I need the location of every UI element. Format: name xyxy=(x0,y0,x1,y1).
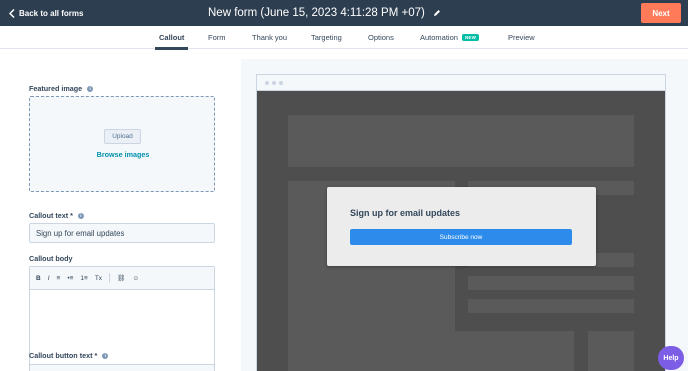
emoji-icon[interactable]: ☺ xyxy=(132,275,139,282)
tab-label: Options xyxy=(368,33,394,42)
callout-text-label: Callout text * i xyxy=(29,211,84,220)
form-title-text: New form (June 15, 2023 4:11:28 PM +07) xyxy=(208,7,425,19)
next-button[interactable]: Next xyxy=(641,3,681,23)
subscribe-button[interactable]: Subscribe now xyxy=(350,229,572,245)
info-icon[interactable]: i xyxy=(102,352,109,359)
placeholder-block xyxy=(468,299,634,313)
callout-text-label-text: Callout text * xyxy=(29,211,73,220)
tab-options[interactable]: Options xyxy=(368,26,394,49)
tab-preview[interactable]: Preview xyxy=(508,26,535,49)
popup-title: Sign up for email updates xyxy=(350,208,461,218)
new-badge: NEW xyxy=(461,34,480,41)
rich-text-toolbar: B I ≡ •≡ 1≡ Tx ⛓ ☺ xyxy=(30,267,214,290)
window-dot xyxy=(272,80,276,85)
placeholder-block xyxy=(468,276,634,290)
tab-label: Automation xyxy=(420,33,458,42)
tab-label: Targeting xyxy=(311,33,342,42)
clear-format-button[interactable]: Tx xyxy=(95,275,102,282)
help-button[interactable]: Help xyxy=(658,346,684,370)
upload-button[interactable]: Upload xyxy=(104,129,141,144)
callout-button-text-label: Callout button text * i xyxy=(29,351,109,360)
tab-callout[interactable]: Callout xyxy=(154,26,189,50)
numbered-list-dropdown[interactable]: 1≡ xyxy=(80,275,87,282)
callout-button-text-label-text: Callout button text * xyxy=(29,351,98,360)
tab-label: Form xyxy=(208,33,226,42)
chevron-left-icon xyxy=(9,8,15,18)
featured-image-label-text: Featured image xyxy=(29,84,83,93)
tab-targeting[interactable]: Targeting xyxy=(311,26,342,49)
italic-button[interactable]: I xyxy=(48,275,50,282)
placeholder-block xyxy=(288,331,574,371)
callout-button-text-input[interactable] xyxy=(29,364,215,371)
align-dropdown[interactable]: ≡ xyxy=(57,275,61,282)
window-dot xyxy=(279,80,283,85)
form-title[interactable]: New form (June 15, 2023 4:11:28 PM +07) xyxy=(208,5,441,21)
tab-label: Callout xyxy=(159,33,185,42)
tab-label: Preview xyxy=(508,33,535,42)
top-bar: Back to all forms New form (June 15, 202… xyxy=(0,0,688,26)
featured-image-dropzone[interactable]: Upload Browse images xyxy=(29,96,215,192)
back-label: Back to all forms xyxy=(19,8,84,18)
tab-label: Thank you xyxy=(252,33,288,42)
bold-button[interactable]: B xyxy=(36,275,41,282)
link-icon[interactable]: ⛓ xyxy=(117,274,125,282)
placeholder-block xyxy=(288,115,634,167)
featured-image-label: Featured image i xyxy=(29,84,94,93)
pencil-icon[interactable] xyxy=(433,9,441,17)
info-icon[interactable]: i xyxy=(87,85,94,92)
tab-bar: Callout Form Thank you Targeting Options… xyxy=(0,26,688,50)
info-icon[interactable]: i xyxy=(77,212,84,219)
window-dot xyxy=(265,80,269,85)
callout-body-label: Callout body xyxy=(29,254,73,263)
tab-form[interactable]: Form xyxy=(208,26,226,49)
browser-chrome xyxy=(257,75,665,91)
back-to-forms-link[interactable]: Back to all forms xyxy=(9,6,83,20)
callout-text-input[interactable]: Sign up for email updates xyxy=(29,223,215,243)
callout-popup-preview: Sign up for email updates Subscribe now xyxy=(327,187,596,266)
tab-automation[interactable]: Automation NEW xyxy=(420,26,480,49)
browse-images-link[interactable]: Browse images xyxy=(30,150,216,159)
placeholder-block xyxy=(588,331,634,371)
toolbar-divider xyxy=(109,273,111,283)
bullet-list-dropdown[interactable]: •≡ xyxy=(67,275,73,282)
tab-thank-you[interactable]: Thank you xyxy=(252,26,287,49)
